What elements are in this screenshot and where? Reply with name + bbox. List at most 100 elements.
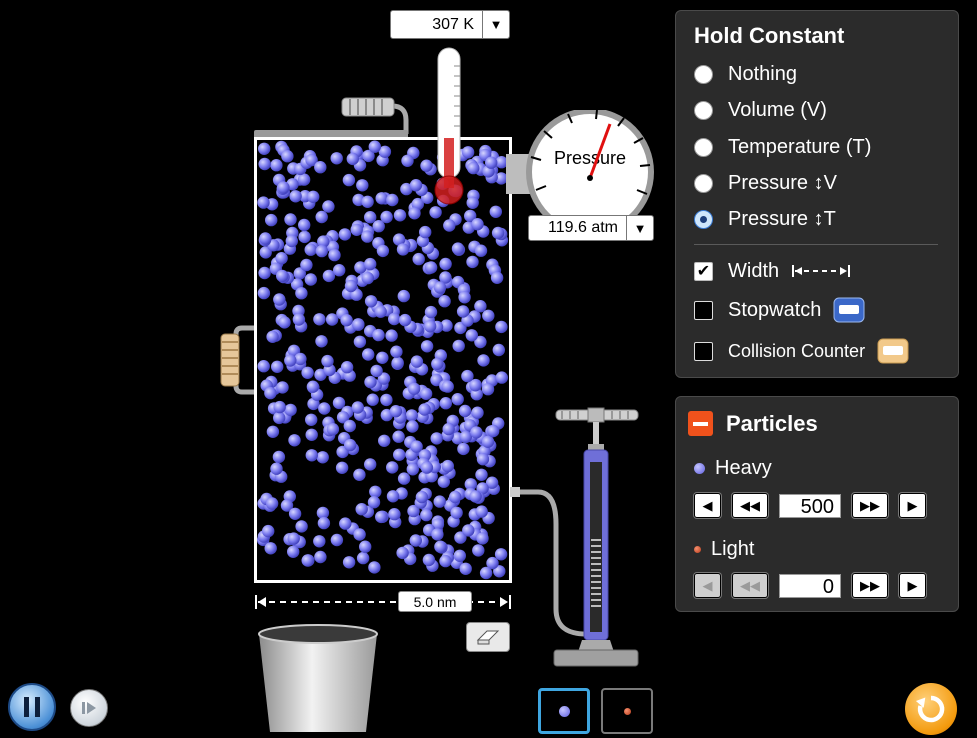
heavy-particle: [479, 566, 493, 580]
radio-circle[interactable]: [694, 100, 713, 120]
heavy-particle: [325, 313, 339, 326]
heavy-particle: [475, 468, 488, 481]
heavy-particle: [470, 426, 483, 439]
temperature-dropdown[interactable]: 307 K ▼: [390, 10, 510, 39]
heavy-count-input[interactable]: 500: [779, 493, 841, 518]
heavy-particle: [278, 316, 291, 329]
step-button[interactable]: [70, 689, 108, 727]
heavy-particle: [298, 230, 311, 244]
heavy-particle: [472, 544, 485, 557]
heavy-particle: [491, 226, 505, 240]
reset-icon: [915, 695, 945, 723]
heavy-increment-button[interactable]: ▶: [899, 493, 926, 518]
eraser-button[interactable]: [466, 622, 510, 652]
heavy-particle: [266, 425, 280, 438]
radio-label: Pressure ↕T: [728, 207, 836, 230]
pause-button[interactable]: [8, 683, 56, 731]
collapse-button[interactable]: [688, 411, 713, 436]
eraser-icon: [476, 630, 500, 645]
radio-nothing[interactable]: Nothing: [694, 60, 797, 88]
radio-temperature[interactable]: Temperature (T): [694, 133, 871, 161]
heavy-particle: [258, 142, 271, 155]
light-species-button[interactable]: [601, 688, 653, 734]
pressure-dropdown[interactable]: 119.6 atm ▼: [528, 215, 654, 241]
heavy-particle: [475, 505, 488, 518]
radio-label: Temperature (T): [728, 135, 872, 158]
heavy-particle: [386, 490, 400, 503]
width-checkbox[interactable]: ✔: [694, 261, 713, 281]
light-decrement-fast-button[interactable]: ◀◀: [732, 573, 768, 598]
heavy-particle: [398, 313, 412, 327]
heavy-particle: [301, 554, 314, 567]
heavy-particle: [393, 448, 406, 461]
heavy-particle: [287, 545, 300, 558]
heavy-particle: [408, 207, 421, 220]
heavy-particle: [344, 438, 357, 452]
radio-pressure-v[interactable]: Pressure ↕V: [694, 169, 837, 197]
heavy-particle: [401, 154, 414, 167]
pressure-gauge: Pressure: [506, 110, 654, 220]
dropdown-arrow-icon: ▼: [482, 11, 509, 38]
heavy-particle: [392, 430, 405, 443]
heavy-particle: [477, 354, 490, 367]
heavy-particle: [462, 524, 475, 537]
radio-circle[interactable]: [694, 137, 713, 157]
heavy-particle: [313, 313, 326, 326]
heavy-particle: [385, 329, 398, 342]
radio-circle-selected[interactable]: [694, 209, 713, 229]
stopwatch-checkbox-row[interactable]: Stopwatch: [694, 296, 865, 324]
light-increment-button[interactable]: ▶: [899, 573, 926, 598]
width-label: 5.0 nm: [398, 591, 472, 612]
heavy-particle: [458, 291, 471, 304]
heavy-decrement-button[interactable]: ◀: [694, 493, 721, 518]
heavy-particle: [453, 549, 466, 562]
radio-volume[interactable]: Volume (V): [694, 96, 827, 124]
width-checkbox-row[interactable]: ✔ Width: [694, 257, 851, 285]
radio-pressure-t[interactable]: Pressure ↕T: [694, 205, 836, 233]
heavy-particle: [276, 381, 289, 394]
heavy-particle: [355, 503, 368, 516]
heavy-particle: [342, 173, 356, 187]
stopwatch-checkbox[interactable]: [694, 300, 713, 320]
hold-constant-panel: Hold Constant Nothing Volume (V) Tempera…: [675, 10, 959, 378]
light-increment-fast-button[interactable]: ▶▶: [852, 573, 888, 598]
light-count-input[interactable]: 0: [779, 573, 841, 598]
heavy-particle: [333, 264, 346, 277]
light-spinner: ◀ ◀◀ 0 ▶▶ ▶: [694, 573, 937, 598]
radio-circle[interactable]: [694, 64, 713, 84]
heavy-particle: [322, 200, 335, 213]
heavy-particle: [415, 490, 429, 504]
heavy-particle: [346, 152, 359, 166]
heavy-particle: [289, 190, 302, 203]
heavy-increment-fast-button[interactable]: ▶▶: [852, 493, 888, 518]
heavy-particle: [353, 335, 367, 348]
heavy-particle: [277, 181, 290, 194]
heavy-particle: [490, 271, 504, 284]
heavy-particle: [284, 403, 297, 417]
heavy-particle: [330, 533, 344, 547]
reset-all-button[interactable]: [905, 683, 957, 735]
heavy-particle: [433, 495, 446, 508]
heavy-particle: [264, 386, 277, 400]
collision-counter-icon: [877, 338, 909, 364]
heavy-particle: [364, 375, 377, 389]
heavy-particle: [459, 562, 472, 575]
triangle-left-icon: ◀: [702, 497, 713, 513]
heavy-particle: [284, 354, 297, 367]
collision-counter-checkbox-row[interactable]: Collision Counter: [694, 337, 909, 365]
heavy-particle: [459, 430, 472, 444]
heavy-particle: [418, 403, 431, 416]
radio-circle[interactable]: [694, 173, 713, 193]
heavy-decrement-fast-button[interactable]: ◀◀: [732, 493, 768, 518]
heavy-particle: [368, 140, 381, 153]
side-handle[interactable]: [218, 322, 258, 398]
heavy-species-button[interactable]: [538, 688, 590, 734]
heavy-particle: [340, 314, 353, 327]
light-decrement-button[interactable]: ◀: [694, 573, 721, 598]
bicycle-pump[interactable]: [552, 406, 644, 670]
heavy-particle: [431, 528, 444, 541]
collision-counter-checkbox[interactable]: [694, 341, 713, 361]
heavy-particle: [318, 402, 331, 415]
heavy-particle: [317, 516, 331, 530]
heavy-particle: [316, 451, 329, 464]
